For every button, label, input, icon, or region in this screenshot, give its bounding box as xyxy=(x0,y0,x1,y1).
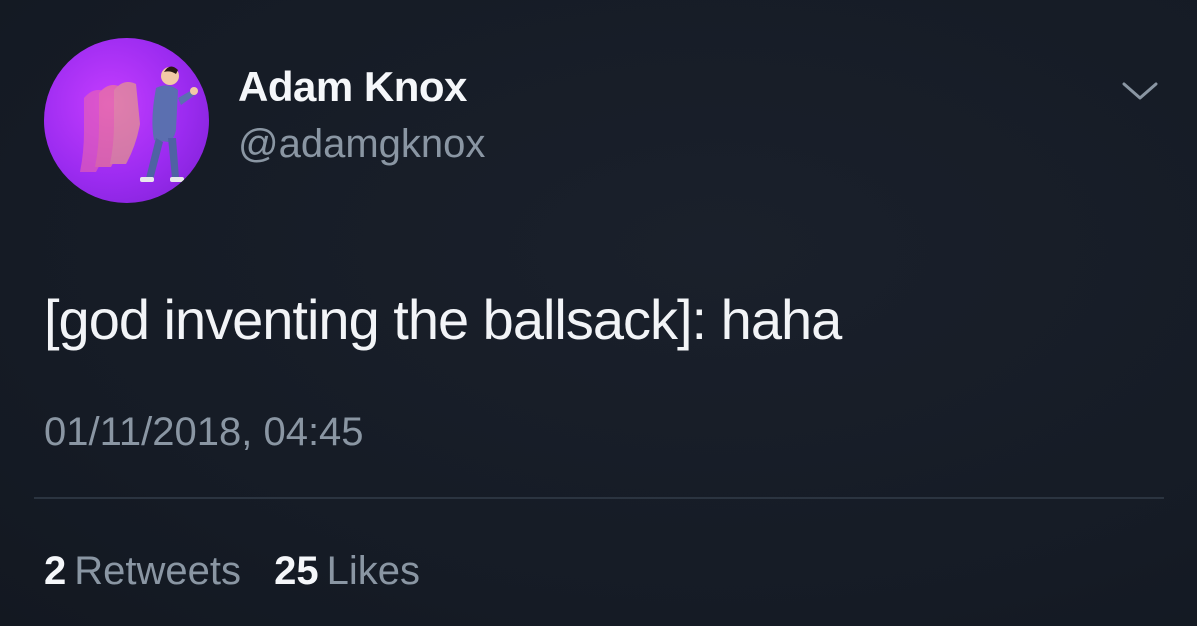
retweets-stat[interactable]: 2 Retweets xyxy=(44,551,241,591)
tweet-text: [god inventing the ballsack]: haha xyxy=(44,288,842,351)
likes-count: 25 xyxy=(274,549,319,593)
chevron-down-icon[interactable] xyxy=(1118,76,1162,106)
retweets-label: Retweets xyxy=(74,549,241,593)
divider xyxy=(34,497,1164,499)
author-display-name[interactable]: Adam Knox xyxy=(238,66,467,108)
avatar-image xyxy=(80,66,198,182)
retweets-count: 2 xyxy=(44,549,67,593)
likes-label: Likes xyxy=(326,549,421,593)
tweet-stats: 2 Retweets 25 Likes xyxy=(44,551,442,591)
avatar[interactable] xyxy=(44,38,209,203)
likes-stat[interactable]: 25 Likes xyxy=(274,551,420,591)
tweet-card: Adam Knox @adamgknox [god inventing the … xyxy=(0,0,1197,626)
author-handle[interactable]: @adamgknox xyxy=(238,124,485,164)
tweet-timestamp[interactable]: 01/11/2018, 04:45 xyxy=(44,412,364,452)
